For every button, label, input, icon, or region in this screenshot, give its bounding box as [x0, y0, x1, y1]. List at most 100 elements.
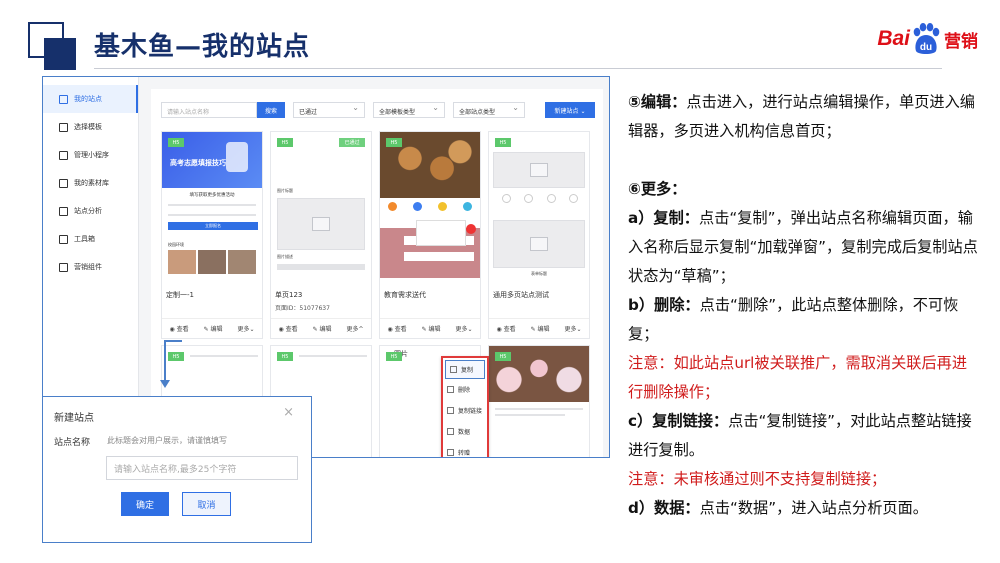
- view-action[interactable]: ◉ 查看: [496, 324, 515, 333]
- sidebar-item-miniapp[interactable]: 管理小程序: [43, 141, 138, 169]
- site-card[interactable]: H5 教育需求送代 ◉ 查看 ✎ 编辑 更多⌄: [379, 131, 481, 339]
- cancel-button[interactable]: 取消: [182, 492, 231, 516]
- view-action[interactable]: ◉ 查看: [169, 324, 188, 333]
- edit-action[interactable]: ✎ 编辑: [204, 324, 223, 333]
- sidebar-item-analytics[interactable]: 站点分析: [43, 197, 138, 225]
- site-thumbnail: 表单标题: [489, 132, 589, 278]
- edit-action[interactable]: ✎ 编辑: [422, 324, 441, 333]
- site-name: 定制一-1: [166, 291, 194, 299]
- logo-text-yingxiao: 营销: [944, 31, 978, 52]
- pencil-icon: ✎: [203, 326, 209, 333]
- search-button[interactable]: 搜索: [257, 102, 285, 118]
- site-search-input[interactable]: 请输入站点名称: [161, 102, 257, 118]
- menu-item-label: 复制链接: [458, 408, 483, 415]
- image-icon: [312, 217, 330, 231]
- menu-item-copy[interactable]: 复制: [445, 360, 485, 379]
- edit-action[interactable]: ✎ 编辑: [531, 324, 550, 333]
- note-heading: ⑥更多：: [628, 180, 687, 198]
- h5-badge: H5: [386, 138, 402, 147]
- menu-item-data[interactable]: 数据: [443, 421, 487, 442]
- note-edit: ⑤编辑：点击进入，进行站点编辑操作，单页进入编辑器，多页进入机构信息首页；: [628, 88, 980, 146]
- thumb-red-dot: [466, 224, 476, 234]
- edit-label: 编辑: [537, 326, 550, 333]
- site-card[interactable]: H5 已通过 图片标题 图片描述 单页123 页面ID：51077637 ◉ 查…: [270, 131, 372, 339]
- chevron-down-icon: ⌄: [576, 326, 582, 333]
- sidebar-item-label: 选择模板: [74, 123, 102, 131]
- image-placeholder: [493, 220, 585, 268]
- eye-icon: ◉: [387, 326, 393, 333]
- baidu-marketing-logo: Bai du 营销: [877, 22, 978, 56]
- thumb-line: [190, 355, 258, 357]
- thumb-dot: [463, 202, 472, 211]
- view-label: 查看: [394, 326, 407, 333]
- menu-item-label: 数据: [458, 429, 471, 436]
- new-site-button[interactable]: 新建站点 ⌄: [545, 102, 595, 118]
- eye-icon: ◉: [169, 326, 175, 333]
- confirm-button[interactable]: 确定: [121, 492, 169, 516]
- h5-badge: H5: [386, 352, 402, 361]
- sidebar-item-materials[interactable]: 我的素材库: [43, 169, 138, 197]
- edit-action[interactable]: ✎ 编辑: [313, 324, 332, 333]
- more-action[interactable]: 更多⌄: [564, 324, 581, 333]
- new-site-modal: 新建站点 × 站点名称 此标题会对用户展示，请谨慎填写 请输入站点名称,最多25…: [42, 396, 312, 543]
- thumb-label: 图片描述: [277, 254, 293, 259]
- more-action[interactable]: 更多^: [346, 324, 363, 333]
- image-icon: [59, 178, 68, 188]
- menu-item-delete[interactable]: 删除: [443, 379, 487, 400]
- more-label: 更多: [346, 326, 359, 333]
- note-delete-warning: 注意：如此站点url被关联推广，需取消关联后再进行删除操作；: [628, 354, 968, 401]
- site-name: 通用多页站点测试: [493, 291, 549, 299]
- sidebar-item-templates[interactable]: 选择模板: [43, 113, 138, 141]
- thumb-photo: [168, 250, 196, 274]
- sidebar-item-my-sites[interactable]: 我的站点: [43, 85, 138, 113]
- site-name-input[interactable]: 请输入站点名称,最多25个字符: [106, 456, 298, 480]
- note-more: ⑥更多：: [628, 175, 980, 204]
- view-action[interactable]: ◉ 查看: [278, 324, 297, 333]
- sidebar-item-label: 站点分析: [74, 207, 102, 215]
- thumb-photo: [198, 250, 226, 274]
- more-label: 更多: [455, 326, 468, 333]
- thumb-dot: [524, 194, 534, 203]
- thumb-field: [404, 252, 474, 261]
- sidebar-item-components[interactable]: 营销组件: [43, 253, 138, 281]
- site-type-select[interactable]: 全部站点类型: [453, 102, 525, 118]
- menu-item-copy-link[interactable]: 复制链接: [443, 400, 487, 421]
- instruction-notes: ⑤编辑：点击进入，进行站点编辑操作，单页进入编辑器，多页进入机构信息首页； ⑥更…: [628, 88, 980, 523]
- connector-line: [164, 340, 182, 342]
- site-card[interactable]: H5 表单标题 通用多页站点测试 ◉ 查看 ✎ 编辑 更多⌄: [488, 131, 590, 339]
- menu-item-transfer[interactable]: 转赠: [443, 442, 487, 457]
- thumb-icon-row: [495, 194, 585, 203]
- thumb-label: 表单标题: [531, 271, 547, 276]
- note-delete: b）删除：点击“删除”，此站点整体删除，不可恢复；: [628, 291, 980, 349]
- view-action[interactable]: ◉ 查看: [387, 324, 406, 333]
- template-type-select[interactable]: 全部模板类型: [373, 102, 445, 118]
- card-actions: ◉ 查看 ✎ 编辑 更多⌄: [489, 318, 589, 338]
- thumb-caption: 填写获取更多优惠活动: [189, 193, 235, 198]
- decor-square-fill: [44, 38, 76, 70]
- h5-badge: H5: [168, 138, 184, 147]
- gift-icon: [447, 449, 454, 456]
- close-icon[interactable]: ×: [283, 405, 294, 420]
- header-divider: [94, 68, 942, 69]
- chart-icon: [59, 206, 68, 216]
- sidebar-item-toolbox[interactable]: 工具箱: [43, 225, 138, 253]
- template-icon: [59, 122, 68, 132]
- site-name-label: 站点名称: [54, 438, 91, 448]
- more-action[interactable]: 更多⌄: [237, 324, 254, 333]
- thumb-dot: [501, 194, 511, 203]
- copy-icon: [450, 366, 457, 373]
- card-actions: ◉ 查看 ✎ 编辑 更多⌄: [162, 318, 262, 338]
- component-icon: [59, 262, 68, 272]
- site-card[interactable]: H5 高考志愿填报技巧 填写获取更多优惠活动 立即报名 校园环境 定制一-1 ◉…: [161, 131, 263, 339]
- site-card[interactable]: H5: [488, 345, 590, 457]
- status-filter-select[interactable]: 已通过: [293, 102, 365, 118]
- edit-label: 编辑: [210, 326, 223, 333]
- more-action[interactable]: 更多⌄: [455, 324, 472, 333]
- logo-text-bai: Bai: [877, 27, 910, 50]
- image-icon: [530, 163, 548, 177]
- thumb-line: [495, 408, 583, 410]
- site-name: 单页123: [275, 291, 303, 299]
- image-placeholder: [277, 198, 365, 250]
- chevron-down-icon: ⌄: [249, 326, 255, 333]
- thumb-label: 图片标题: [277, 188, 293, 193]
